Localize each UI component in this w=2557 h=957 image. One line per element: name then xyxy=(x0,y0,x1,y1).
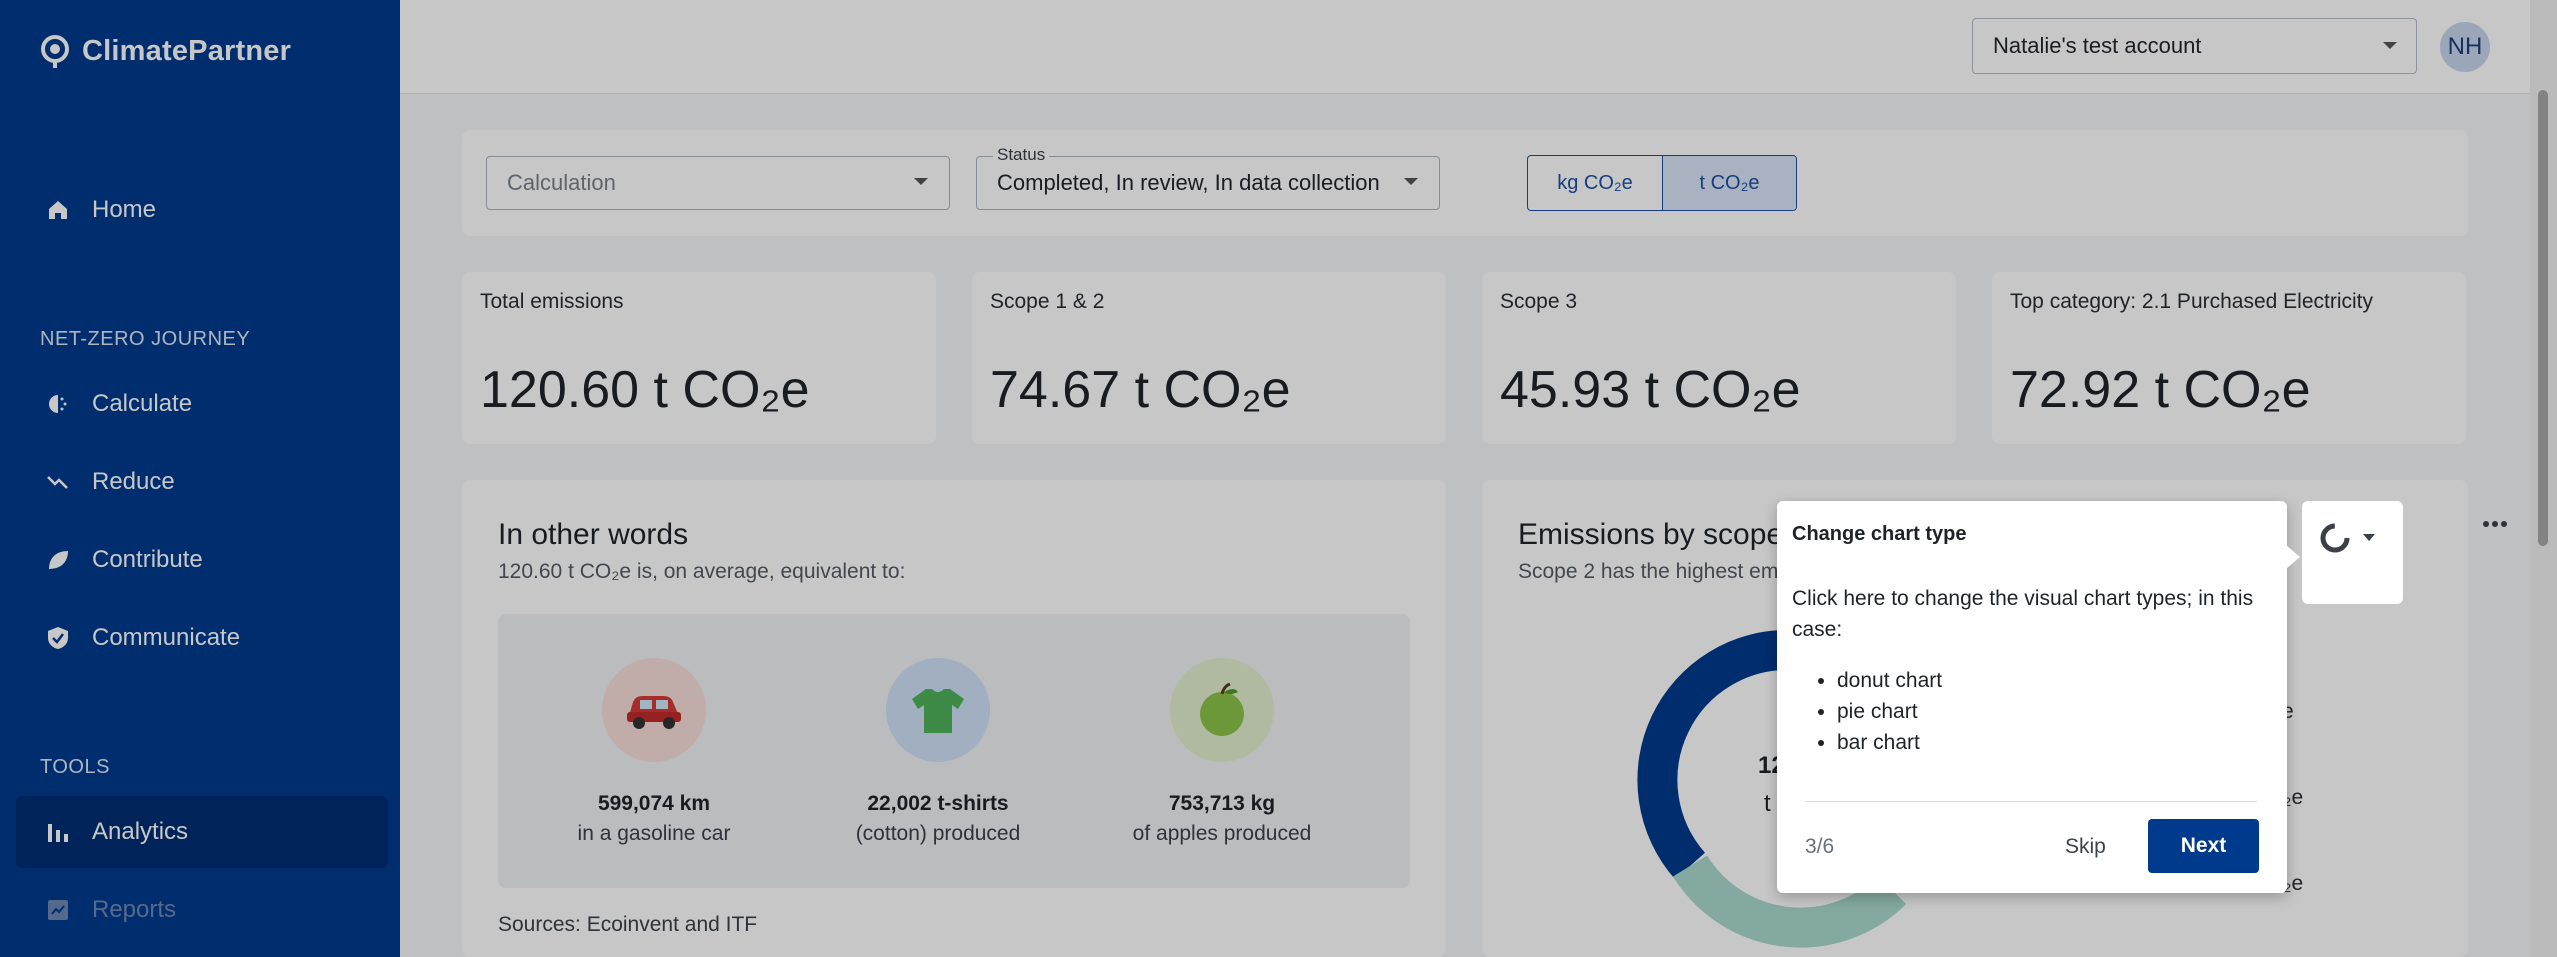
list-item: bar chart xyxy=(1837,727,1942,758)
chart-type-button[interactable] xyxy=(2302,501,2403,604)
tour-step-counter: 3/6 xyxy=(1805,835,1835,858)
donut-chart-icon xyxy=(2320,523,2350,553)
skip-button[interactable]: Skip xyxy=(2065,835,2106,859)
tooltip-title: Change chart type xyxy=(1792,523,1967,545)
tooltip-body: Click here to change the visual chart ty… xyxy=(1792,587,2254,641)
list-item: donut chart xyxy=(1837,665,1942,696)
tooltip-arrow xyxy=(2286,545,2300,569)
divider xyxy=(1805,801,2257,802)
next-button[interactable]: Next xyxy=(2148,819,2259,873)
list-item: pie chart xyxy=(1837,696,1942,727)
chart-type-options-list: donut chart pie chart bar chart xyxy=(1817,665,1942,758)
tour-tooltip: Change chart type Click here to change t… xyxy=(1777,501,2300,893)
chevron-down-icon xyxy=(2363,534,2375,541)
